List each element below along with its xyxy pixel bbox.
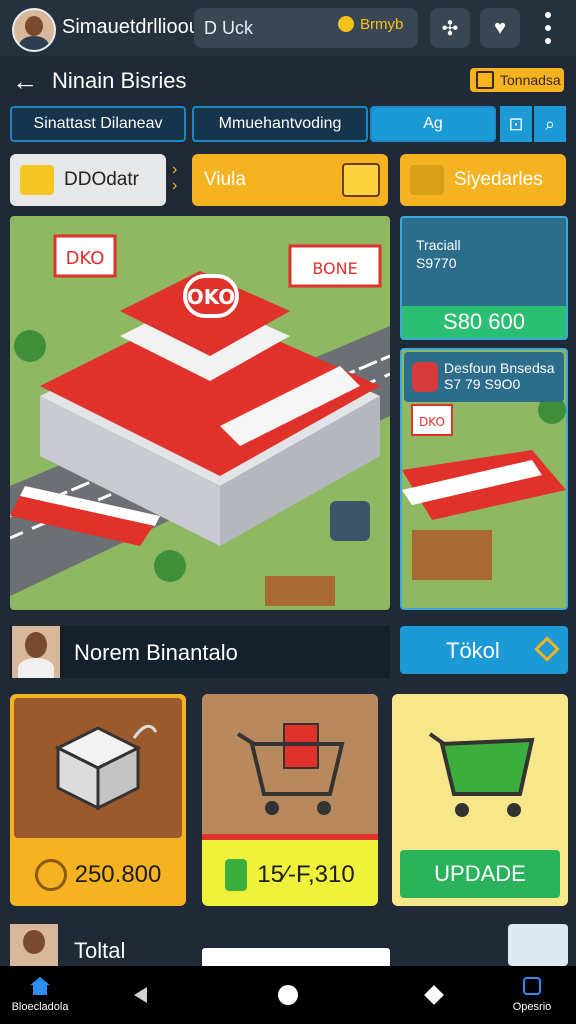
- side-panel-title: Desfoun: [444, 360, 497, 376]
- store-sign-text: OKO: [187, 285, 236, 309]
- right-sign-text: BONE: [312, 259, 357, 278]
- basket-icon: [20, 165, 54, 195]
- chat-heart-icon: ♥: [494, 16, 506, 39]
- update-button[interactable]: UPDADE: [400, 850, 560, 898]
- shopping-cart-green-icon: [428, 732, 535, 817]
- avatar-head: [23, 930, 45, 954]
- category-label: Siyedarles: [454, 169, 543, 190]
- avatar-body: [18, 658, 54, 678]
- chat-button[interactable]: ♥: [480, 8, 520, 48]
- bottom-nav: Bloecladola Opesrio: [0, 966, 576, 1024]
- total-right-avatar[interactable]: [508, 924, 568, 966]
- shopping-cart-red-icon: [236, 723, 345, 815]
- coin-icon: [338, 16, 354, 32]
- swap-arrows-icon: › ›: [172, 161, 178, 194]
- nav-home[interactable]: Bloecladola: [0, 966, 80, 1024]
- shield-icon: [412, 362, 438, 392]
- search-text: D Uck: [204, 18, 253, 38]
- bag-button[interactable]: ⊡: [500, 106, 532, 142]
- envelope-icon: [342, 163, 380, 197]
- home-icon: [30, 977, 50, 995]
- side-panel-title2: Bnsedsa: [500, 360, 555, 376]
- total-field[interactable]: [202, 948, 390, 966]
- coins-icon: [410, 165, 444, 195]
- share-icon: ✣: [441, 17, 459, 40]
- total-label: Toltal: [74, 938, 126, 963]
- coin-label: Brmyb: [360, 16, 404, 33]
- side-panel-subtitle2: S9O0: [484, 376, 521, 392]
- nav-profile-label: Opesrio: [512, 1001, 552, 1013]
- nav-profile[interactable]: Opesrio: [496, 966, 568, 1024]
- profile-icon: [523, 977, 541, 995]
- arrow-left-icon[interactable]: ←: [12, 66, 38, 97]
- category-label: Viula: [204, 169, 246, 190]
- nav-diamond[interactable]: [414, 966, 454, 1024]
- player-name: Norem Binantalo: [74, 640, 238, 665]
- side-panel-price[interactable]: S80 600: [402, 306, 566, 338]
- page-title: Ninain Bisries: [52, 68, 187, 93]
- profile-avatar[interactable]: [12, 8, 56, 52]
- tokol-label: Tökol: [446, 638, 500, 663]
- home-circle-icon: [278, 985, 298, 1005]
- category-label: DDOdatr: [64, 169, 139, 190]
- item-card-2[interactable]: 15⁄-F,310: [202, 694, 378, 906]
- nav-home-label: Bloecladola: [11, 1001, 69, 1013]
- total-row: Toltal: [0, 920, 576, 966]
- tokol-button[interactable]: Tökol: [400, 626, 568, 674]
- app-name: Simauetdrllioou: [62, 16, 200, 38]
- left-sign-text: DKO: [66, 248, 105, 269]
- diamond-icon: [534, 636, 560, 662]
- item-image: [14, 698, 182, 838]
- tab-1[interactable]: Sinattast Dilaneav: [10, 106, 186, 142]
- total-avatar[interactable]: [10, 924, 58, 966]
- avatar-head: [25, 632, 47, 658]
- avatar-body: [19, 36, 49, 50]
- player-avatar[interactable]: [12, 626, 60, 678]
- nav-home-circle[interactable]: [268, 966, 308, 1024]
- tab-2[interactable]: Mmuehantvoding: [192, 106, 368, 142]
- side-panel-subtitle: S9770: [416, 255, 457, 271]
- category-basket[interactable]: DDOdatr: [10, 154, 166, 206]
- title-row: ← Ninain Bisries Tonnadsa: [0, 58, 576, 102]
- cash-icon: [225, 859, 248, 891]
- side-panel-header-text: Desfoun Bnsedsa S7 79 S9O0: [444, 360, 555, 392]
- store-scene[interactable]: OKO DKO BONE: [10, 216, 390, 610]
- item-image: [202, 694, 378, 840]
- back-triangle-icon: [133, 987, 147, 1003]
- price-row: 15⁄-F,310: [202, 852, 378, 898]
- search-icon: ⌕: [544, 113, 556, 134]
- more-vertical-icon[interactable]: [538, 12, 558, 44]
- diamond-icon: [424, 985, 444, 1005]
- storage-machine-icon: [54, 724, 158, 811]
- avatar-head: [25, 16, 43, 36]
- category-coins[interactable]: Siyedarles: [400, 154, 566, 206]
- side-panel-bottom[interactable]: DKO Desfoun Bnsedsa S7 79 S9O0: [400, 348, 568, 610]
- item-card-1[interactable]: 250.800: [10, 694, 186, 906]
- side-panel-subtitle: S7 79: [444, 376, 481, 392]
- share-button[interactable]: ✣: [430, 8, 470, 48]
- side-panel-top[interactable]: Traciall S9770 S80 600: [400, 216, 568, 340]
- tab-3[interactable]: Ag: [370, 106, 496, 142]
- coin-icon: [34, 859, 67, 891]
- bag-icon: ⊡: [508, 113, 524, 134]
- player-row: Norem Binantalo: [10, 626, 390, 678]
- item-price: 15⁄-F,310: [257, 861, 355, 888]
- item-card-3[interactable]: UPDADE: [392, 694, 568, 906]
- search-button[interactable]: ⌕: [534, 106, 566, 142]
- top-bar: Simauetdrllioou D Uck Brmyb ✣ ♥: [0, 0, 576, 56]
- nav-back[interactable]: [120, 966, 160, 1024]
- category-envelope[interactable]: Viula: [192, 154, 388, 206]
- tournament-icon: [476, 71, 494, 89]
- tournament-label: Tonnadsa: [500, 72, 561, 88]
- tournament-button[interactable]: Tonnadsa: [470, 68, 564, 92]
- side-panel-text: Traciall S9770: [416, 236, 461, 272]
- item-price: 250.800: [74, 861, 162, 888]
- store-illustration: OKO DKO BONE: [10, 234, 390, 606]
- side-sign-text: DKO: [419, 415, 445, 429]
- side-panel-header: Desfoun Bnsedsa S7 79 S9O0: [404, 352, 564, 402]
- side-panel-title: Traciall: [416, 237, 461, 253]
- price-row: 250.800: [10, 852, 186, 898]
